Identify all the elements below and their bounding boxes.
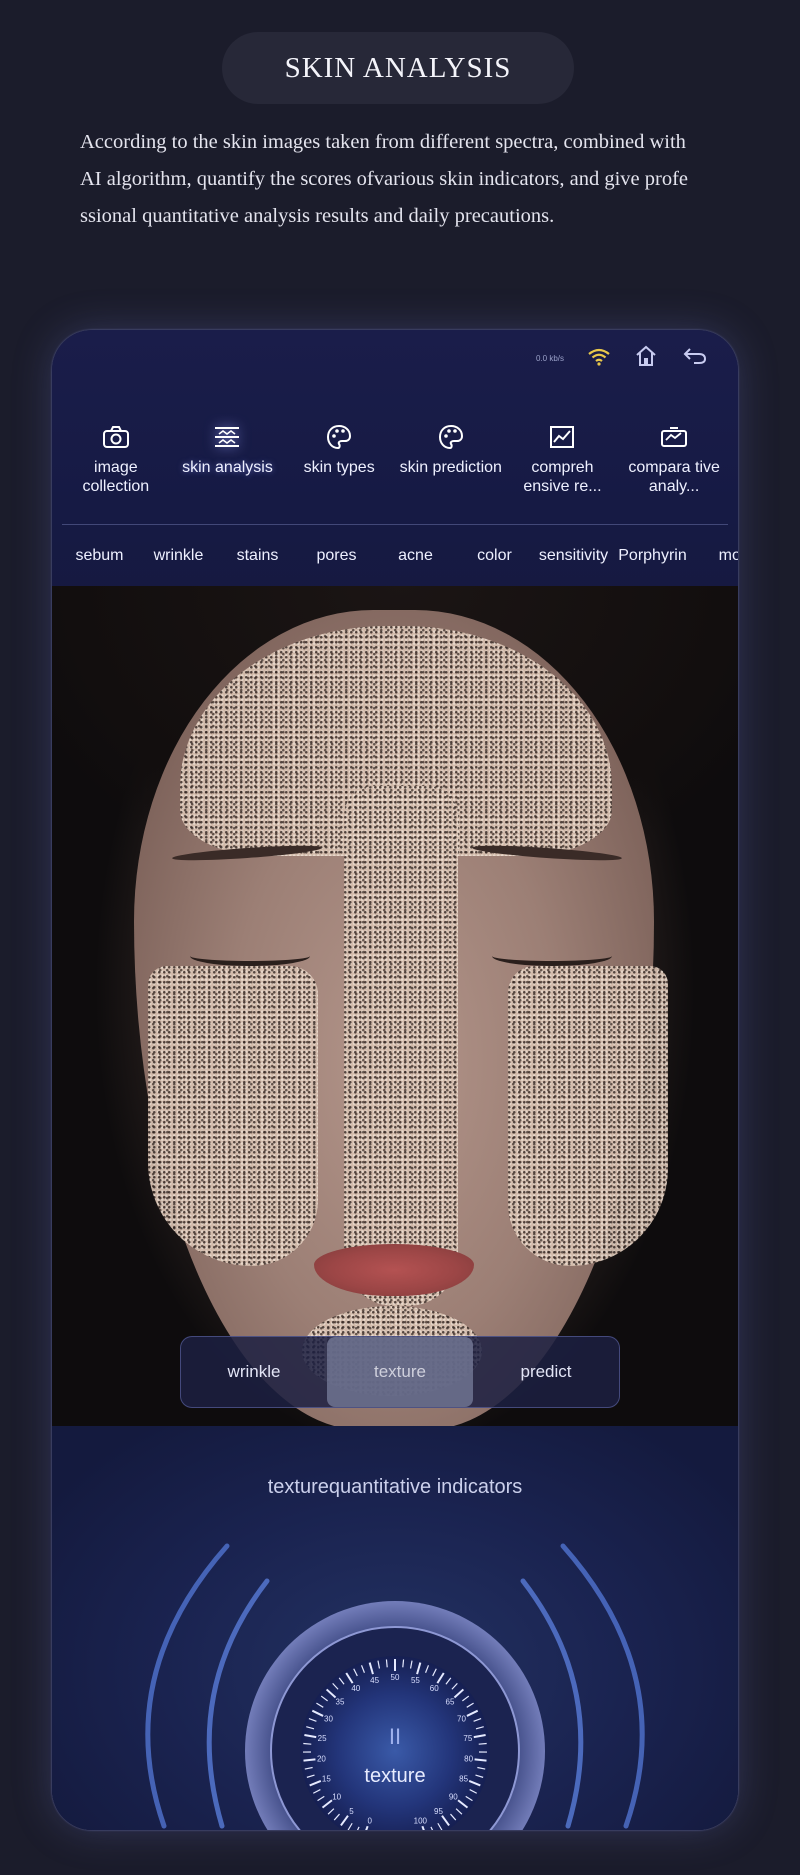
dial-tick-label: 25 [318, 1734, 327, 1743]
main-tabs: image collection skin analysis skin type… [52, 422, 738, 502]
dial-tick-label: 20 [317, 1755, 326, 1764]
dial-tick-label: 45 [370, 1676, 379, 1685]
dial-tick-label: 5 [349, 1807, 354, 1816]
tab-skin-types[interactable]: skin types [287, 422, 391, 502]
page-title-pill: SKIN ANALYSIS [222, 32, 574, 104]
network-speed: 0.0 kb/s [535, 353, 564, 363]
sub-tabs: sebum wrinkle stains pores acne color se… [52, 538, 738, 578]
intro-text: According to the skin images taken from … [80, 131, 689, 227]
status-bar: 0.0 kb/s [52, 330, 738, 386]
camera-icon [101, 422, 131, 452]
subtab-wrinkle[interactable]: wrinkle [139, 538, 218, 578]
dial-tick-label: 80 [464, 1755, 473, 1764]
dial-tick-label: 15 [322, 1775, 331, 1784]
subtab-sensitivity[interactable]: sensitivity [534, 538, 613, 578]
subtab-acne[interactable]: acne [376, 538, 455, 578]
dial-tick-label: 75 [463, 1734, 472, 1743]
texture-overlay-right-cheek [508, 966, 668, 1266]
tab-skin-analysis[interactable]: skin analysis [175, 422, 279, 502]
pause-icon[interactable]: II [389, 1724, 401, 1749]
subtab-sebum[interactable]: sebum [60, 538, 139, 578]
dial-tick-label: 35 [336, 1697, 345, 1706]
indicator-title: texturequantitative indicators [267, 1476, 523, 1498]
home-icon[interactable] [634, 345, 658, 371]
page-title: SKIN ANALYSIS [284, 51, 512, 84]
dial-label: texture [364, 1765, 425, 1787]
analysis-icon [212, 422, 242, 452]
back-icon[interactable] [682, 346, 708, 370]
dial-tick-label: 65 [446, 1697, 455, 1706]
dial-tick-label: 100 [414, 1817, 428, 1826]
subtab-moisture[interactable]: moi [692, 538, 738, 578]
compare-icon [659, 422, 689, 452]
tab-comparative-analysis[interactable]: compara tive analy... [622, 422, 726, 502]
segment-predict[interactable]: predict [473, 1337, 619, 1407]
palette-icon [324, 422, 354, 452]
dial-tick-label: 55 [411, 1676, 420, 1685]
segment-wrinkle[interactable]: wrinkle [181, 1337, 327, 1407]
tab-comprehensive-report[interactable]: compreh ensive re... [510, 422, 614, 502]
tab-label: compara tive analy... [628, 459, 720, 495]
subtab-stains[interactable]: stains [218, 538, 297, 578]
tab-image-collection[interactable]: image collection [64, 422, 168, 502]
face-scan-image: wrinkle texture predict [52, 586, 738, 1426]
dial-tick-label: 30 [324, 1715, 333, 1724]
wifi-icon [588, 348, 610, 369]
dial-tick [402, 1659, 405, 1668]
dial-tick-label: 0 [367, 1817, 372, 1826]
tab-label: compreh ensive re... [523, 459, 602, 495]
dial-tick-label: 10 [332, 1793, 341, 1802]
dial-tick-label: 95 [434, 1807, 443, 1816]
dial-tick-label: 50 [391, 1673, 400, 1682]
dial-tick-label: 90 [449, 1793, 458, 1802]
tab-label: skin analysis [182, 459, 273, 476]
dial-tick [303, 1758, 316, 1762]
dial-tick [385, 1659, 388, 1668]
segment-texture[interactable]: texture [327, 1337, 473, 1407]
texture-overlay-left-cheek [148, 966, 318, 1266]
tabs-divider [62, 524, 728, 525]
dial-tick [303, 1742, 312, 1745]
subtab-porphyrin[interactable]: Porphyrin [613, 538, 692, 578]
dial-tick-label: 60 [430, 1684, 439, 1693]
left-eye [190, 946, 310, 966]
texture-dial: 051015202530354045 50 55606570758085909510… [145, 1543, 645, 1830]
palette-icon [436, 422, 466, 452]
dial-tick [478, 1742, 487, 1745]
dial-tick-label: 40 [351, 1684, 360, 1693]
quantitative-indicator-panel: texturequantitative indicators 0 5 10 15… [52, 1426, 738, 1830]
dial-tick-label: 85 [459, 1775, 468, 1784]
right-eye [492, 946, 612, 966]
subtab-pores[interactable]: pores [297, 538, 376, 578]
mode-segment-control: wrinkle texture predict [180, 1336, 620, 1408]
subtab-color[interactable]: color [455, 538, 534, 578]
dial-tick [474, 1758, 487, 1762]
device-screen: 0.0 kb/s image collection skin analysis [52, 330, 738, 1830]
tab-skin-prediction[interactable]: skin prediction [399, 422, 503, 502]
chart-icon [547, 422, 577, 452]
dial-tick-label: 70 [457, 1715, 466, 1724]
tab-label: image collection [82, 459, 150, 495]
tab-label: skin prediction [399, 459, 502, 476]
texture-overlay-nose [344, 786, 458, 1306]
tab-label: skin types [303, 459, 375, 476]
